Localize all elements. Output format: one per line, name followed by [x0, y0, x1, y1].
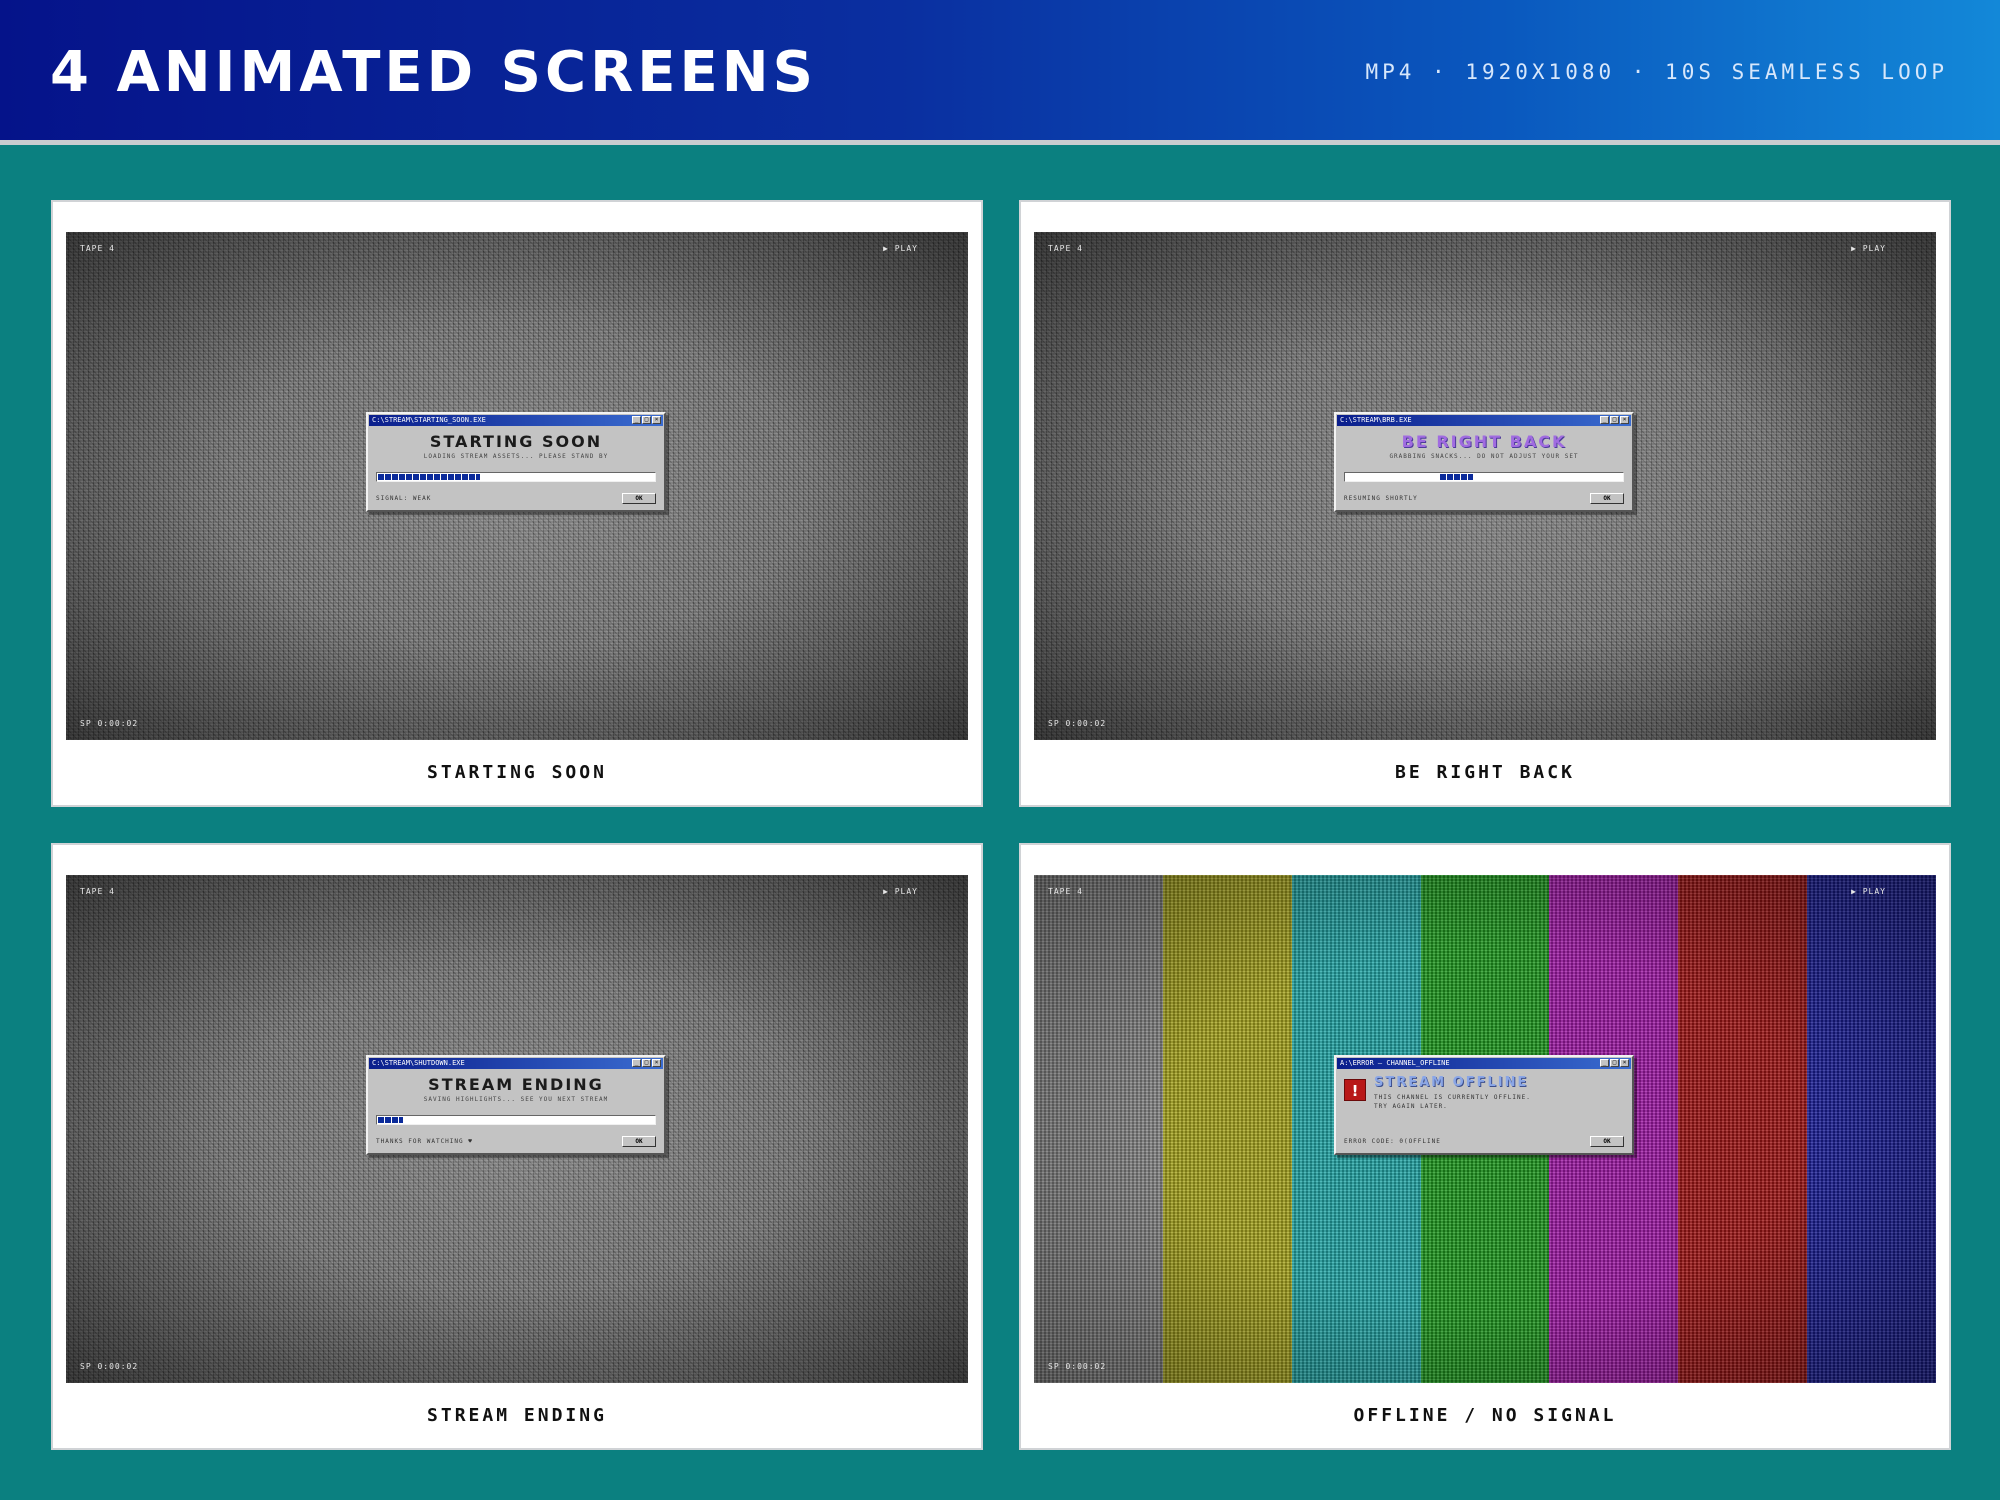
osd-tape-label: TAPE 4 [80, 887, 115, 896]
close-icon: × [652, 416, 661, 424]
ok-button: OK [1590, 1136, 1624, 1147]
error-body: ! STREAM OFFLINE THIS CHANNEL IS CURRENT… [1344, 1075, 1624, 1115]
close-icon: × [1620, 1059, 1629, 1067]
minimize-icon: _ [1600, 1059, 1609, 1067]
ok-button: OK [622, 1136, 656, 1147]
osd-timecode: SP 0:00:02 [80, 719, 139, 728]
maximize-icon: □ [1610, 416, 1619, 424]
dialog-subtext: GRABBING SNACKS... DO NOT ADJUST YOUR SE… [1389, 453, 1579, 460]
osd-tape-label: TAPE 4 [1048, 244, 1083, 253]
progress-fill [378, 1117, 403, 1123]
header-banner: 4 ANIMATED SCREENS MP4 · 1920X1080 · 10S… [0, 0, 2000, 145]
dialog-title: C:\STREAM\SHUTDOWN.EXE [372, 1059, 465, 1067]
close-icon: × [1620, 416, 1629, 424]
minimize-icon: _ [632, 416, 641, 424]
osd-tape-label: TAPE 4 [1048, 887, 1083, 896]
progress-fill [378, 474, 481, 480]
card-caption: OFFLINE / NO SIGNAL [1353, 1405, 1617, 1426]
dialog-title: C:\STREAM\STARTING_SOON.EXE [372, 416, 486, 424]
progress-fill [1440, 474, 1474, 480]
retro-dialog: C:\STREAM\SHUTDOWN.EXE _ □ × STREAM ENDING… [366, 1055, 666, 1155]
dialog-titlebar: C:\STREAM\SHUTDOWN.EXE _ □ × [369, 1058, 663, 1069]
dialog-subtext: LOADING STREAM ASSETS... PLEASE STAND BY [423, 453, 609, 460]
maximize-icon: □ [642, 1059, 651, 1067]
dialog-heading: BE RIGHT BACK [1401, 432, 1567, 451]
screen-card-offline[interactable]: TAPE 4 ▶ PLAY SP 0:00:02 A:\ERROR — CHAN… [1019, 843, 1951, 1450]
osd-play-label: ▶ PLAY [1851, 244, 1886, 253]
error-icon: ! [1344, 1079, 1366, 1101]
progress-bar [376, 472, 656, 482]
osd-tape-label: TAPE 4 [80, 244, 115, 253]
osd-timecode: SP 0:00:02 [1048, 1362, 1107, 1371]
osd-play-label: ▶ PLAY [883, 244, 918, 253]
screen-card-stream-ending[interactable]: TAPE 4 ▶ PLAY SP 0:00:02 C:\STREAM\SHUTD… [51, 843, 983, 1450]
ok-button: OK [1590, 493, 1624, 504]
format-spec: MP4 · 1920X1080 · 10S SEAMLESS LOOP [1365, 60, 1948, 84]
dialog-titlebar: A:\ERROR — CHANNEL_OFFLINE _ □ × [1337, 1058, 1631, 1069]
dialog-status: THANKS FOR WATCHING ♥ [376, 1138, 473, 1145]
screen-preview: TAPE 4 ▶ PLAY SP 0:00:02 A:\ERROR — CHAN… [1034, 875, 1936, 1383]
error-message-line2: TRY AGAIN LATER. [1374, 1103, 1448, 1110]
osd-timecode: SP 0:00:02 [1048, 719, 1107, 728]
error-message-line1: THIS CHANNEL IS CURRENTLY OFFLINE. [1374, 1094, 1531, 1101]
card-caption: BE RIGHT BACK [1395, 762, 1575, 783]
retro-dialog: C:\STREAM\STARTING_SOON.EXE _ □ × STARTING… [366, 412, 666, 512]
maximize-icon: □ [1610, 1059, 1619, 1067]
dialog-heading: STREAM ENDING [428, 1075, 604, 1094]
dialog-status: SIGNAL: WEAK [376, 495, 432, 502]
maximize-icon: □ [642, 416, 651, 424]
dialog-heading: STARTING SOON [429, 432, 603, 451]
card-caption: STARTING SOON [427, 762, 607, 783]
dialog-titlebar: C:\STREAM\STARTING_SOON.EXE _ □ × [369, 415, 663, 426]
dialog-title: A:\ERROR — CHANNEL_OFFLINE [1340, 1059, 1450, 1067]
card-caption: STREAM ENDING [427, 1405, 607, 1426]
screen-card-starting-soon[interactable]: TAPE 4 ▶ PLAY SP 0:00:02 C:\STREAM\START… [51, 200, 983, 807]
osd-play-label: ▶ PLAY [883, 887, 918, 896]
close-icon: × [652, 1059, 661, 1067]
screen-preview: TAPE 4 ▶ PLAY SP 0:00:02 C:\STREAM\START… [66, 232, 968, 740]
minimize-icon: _ [632, 1059, 641, 1067]
retro-dialog: C:\STREAM\BRB.EXE _ □ × BE RIGHT BACK GRAB… [1334, 412, 1634, 512]
dialog-titlebar: C:\STREAM\BRB.EXE _ □ × [1337, 415, 1631, 426]
ok-button: OK [622, 493, 656, 504]
dialog-status: RESUMING SHORTLY [1344, 495, 1418, 502]
dialog-heading: STREAM OFFLINE [1374, 1075, 1529, 1090]
screen-preview: TAPE 4 ▶ PLAY SP 0:00:02 C:\STREAM\BRB.E… [1034, 232, 1936, 740]
screen-card-be-right-back[interactable]: TAPE 4 ▶ PLAY SP 0:00:02 C:\STREAM\BRB.E… [1019, 200, 1951, 807]
page-title: 4 ANIMATED SCREENS [50, 40, 817, 105]
dialog-subtext: SAVING HIGHLIGHTS... SEE YOU NEXT STREAM [423, 1096, 609, 1103]
minimize-icon: _ [1600, 416, 1609, 424]
retro-error-dialog: A:\ERROR — CHANNEL_OFFLINE _ □ × ! STREAM … [1334, 1055, 1634, 1155]
progress-bar [376, 1115, 656, 1125]
progress-bar [1344, 472, 1624, 482]
screen-preview: TAPE 4 ▶ PLAY SP 0:00:02 C:\STREAM\SHUTD… [66, 875, 968, 1383]
osd-timecode: SP 0:00:02 [80, 1362, 139, 1371]
dialog-status: ERROR CODE: 0(OFFLINE [1344, 1138, 1441, 1145]
dialog-title: C:\STREAM\BRB.EXE [1340, 416, 1412, 424]
osd-play-label: ▶ PLAY [1851, 887, 1886, 896]
